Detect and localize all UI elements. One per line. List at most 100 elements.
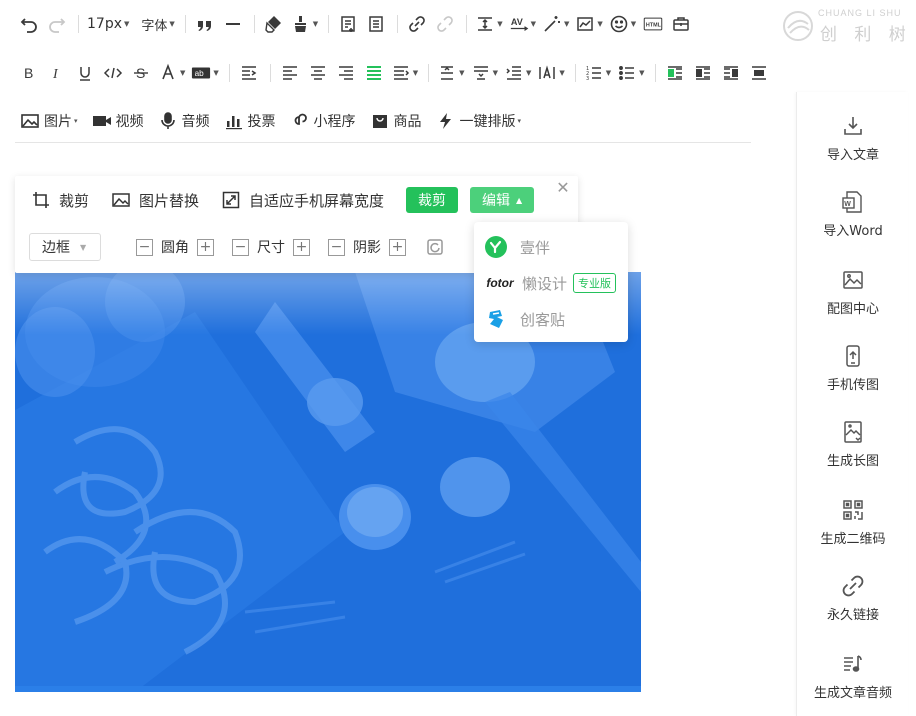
- chevron-down-icon: ▼: [169, 20, 175, 28]
- template-icon[interactable]: [337, 10, 359, 38]
- chevron-down-icon: ▼: [605, 69, 612, 77]
- edit-button[interactable]: 编辑 ▲: [470, 187, 535, 213]
- sidebar-item-permanent-link[interactable]: 永久链接: [797, 574, 909, 623]
- close-icon[interactable]: ✕: [555, 178, 571, 197]
- align-left-icon[interactable]: [279, 59, 301, 87]
- font-size-select[interactable]: 17px ▼: [87, 10, 129, 38]
- align-justify-icon[interactable]: [363, 59, 385, 87]
- import-icon: [844, 117, 862, 135]
- align-center-icon[interactable]: [307, 59, 329, 87]
- size-stepper: − 尺寸 +: [232, 237, 310, 257]
- chevron-down-icon: ▼: [630, 20, 637, 28]
- paragraph-after-icon[interactable]: ▼: [471, 59, 498, 87]
- float-none-icon[interactable]: [692, 59, 714, 87]
- quote-icon[interactable]: [194, 10, 216, 38]
- sidebar-item-import-word[interactable]: W 导入Word: [797, 190, 909, 239]
- plus-icon[interactable]: +: [389, 238, 406, 256]
- svg-text:W: W: [844, 201, 851, 208]
- format-brush-icon[interactable]: ▼: [291, 10, 318, 38]
- unlink-icon[interactable]: [434, 10, 456, 38]
- minus-icon[interactable]: −: [328, 238, 345, 256]
- crop-action-button[interactable]: 裁剪: [406, 187, 459, 213]
- edit-option-chuangketie[interactable]: 创客贴: [482, 306, 565, 332]
- sidebar-item-phone-upload[interactable]: 手机传图: [797, 344, 909, 393]
- chart-icon[interactable]: ▼: [575, 10, 603, 38]
- code-icon[interactable]: [102, 59, 124, 87]
- ordered-list-icon[interactable]: 1 2 3 ▼: [584, 59, 611, 87]
- svg-text:ab: ab: [195, 69, 205, 78]
- logo-text-cn: 创 利 树: [820, 25, 912, 45]
- microphone-icon: [160, 112, 175, 129]
- background-color-icon[interactable]: ab ▼: [191, 59, 219, 87]
- font-color-icon[interactable]: ▼: [158, 59, 185, 87]
- divider-icon[interactable]: [222, 10, 244, 38]
- unordered-list-icon[interactable]: ▼: [617, 59, 645, 87]
- emoji-icon[interactable]: ▼: [609, 10, 636, 38]
- minus-icon[interactable]: −: [232, 238, 249, 256]
- rotate-icon[interactable]: [424, 233, 446, 261]
- separator: [184, 15, 186, 33]
- sidebar-item-import-article[interactable]: 导入文章: [797, 114, 909, 163]
- insert-audio-button[interactable]: 音频: [158, 111, 210, 131]
- image-icon: [21, 114, 39, 128]
- edit-dropdown-menu: 壹伴 fotor 懒设计 专业版 创客贴: [474, 222, 628, 342]
- chevron-down-icon: ▼: [497, 20, 503, 28]
- html-icon[interactable]: HTML: [642, 10, 664, 38]
- link-icon[interactable]: [406, 10, 428, 38]
- pro-badge: 专业版: [573, 273, 617, 293]
- align-distribute-icon[interactable]: ▼: [391, 59, 418, 87]
- italic-icon[interactable]: I: [46, 59, 68, 87]
- toolbox-icon[interactable]: [670, 10, 692, 38]
- letter-spacing-icon[interactable]: AV ▼: [509, 10, 536, 38]
- float-left-icon[interactable]: [664, 59, 686, 87]
- undo-icon[interactable]: [18, 10, 40, 38]
- font-family-select[interactable]: 字体 ▼: [141, 10, 174, 38]
- sidebar-item-label: 永久链接: [826, 608, 879, 623]
- block-center-icon[interactable]: [748, 59, 770, 87]
- one-click-layout-button[interactable]: 一键排版 ▾: [436, 111, 521, 131]
- indent-icon[interactable]: [238, 59, 260, 87]
- chevron-down-icon: ▼: [525, 69, 532, 77]
- plus-icon[interactable]: +: [293, 238, 310, 256]
- text-width-icon[interactable]: ▼: [537, 59, 565, 87]
- separator: [428, 64, 430, 82]
- sidebar-item-article-audio[interactable]: 生成文章音频: [797, 652, 909, 701]
- insert-goods-button[interactable]: 商品: [370, 111, 422, 131]
- redo-icon[interactable]: [46, 10, 68, 38]
- separator: [654, 64, 656, 82]
- insert-audio-label: 音频: [181, 114, 210, 130]
- underline-icon[interactable]: [74, 59, 96, 87]
- strikethrough-icon[interactable]: S: [130, 59, 152, 87]
- align-right-icon[interactable]: [335, 59, 357, 87]
- sidebar-item-long-image[interactable]: 生成长图: [797, 420, 909, 469]
- insert-vote-button[interactable]: 投票: [224, 111, 276, 131]
- line-height-icon[interactable]: ▼: [437, 59, 465, 87]
- replace-image-button[interactable]: 图片替换: [111, 190, 199, 211]
- crop-button[interactable]: 裁剪: [31, 190, 89, 211]
- document-icon[interactable]: [365, 10, 387, 38]
- fit-screen-button[interactable]: 自适应手机屏幕宽度: [221, 190, 384, 211]
- magic-wand-icon[interactable]: ▼: [542, 10, 569, 38]
- border-select[interactable]: 边框 ▼: [29, 233, 101, 261]
- insert-image-button[interactable]: 图片 ▾: [20, 111, 78, 131]
- svg-text:AV: AV: [510, 17, 522, 27]
- insert-miniapp-label: 小程序: [313, 114, 356, 130]
- separator: [328, 15, 330, 33]
- insert-video-button[interactable]: 视频: [92, 111, 144, 131]
- bold-icon[interactable]: B: [18, 59, 40, 87]
- insert-miniapp-button[interactable]: 小程序: [290, 111, 356, 131]
- chevron-down-icon: ▼: [124, 20, 130, 28]
- paragraph-indent-icon[interactable]: ▼: [504, 59, 531, 87]
- separator: [466, 15, 468, 33]
- edit-option-lansheji[interactable]: fotor 懒设计 专业版: [482, 270, 617, 296]
- edit-option-yiban[interactable]: 壹伴: [482, 234, 550, 260]
- sidebar-item-image-center[interactable]: 配图中心: [797, 268, 909, 317]
- float-right-icon[interactable]: [720, 59, 742, 87]
- sidebar-item-qrcode[interactable]: 生成二维码: [797, 498, 909, 547]
- replace-image-label: 图片替换: [139, 191, 200, 210]
- minus-icon[interactable]: −: [136, 238, 153, 256]
- paragraph-spacing-icon[interactable]: ▼: [475, 10, 503, 38]
- toolbar-divider: [15, 142, 751, 143]
- eraser-icon[interactable]: [263, 10, 285, 38]
- plus-icon[interactable]: +: [197, 238, 214, 256]
